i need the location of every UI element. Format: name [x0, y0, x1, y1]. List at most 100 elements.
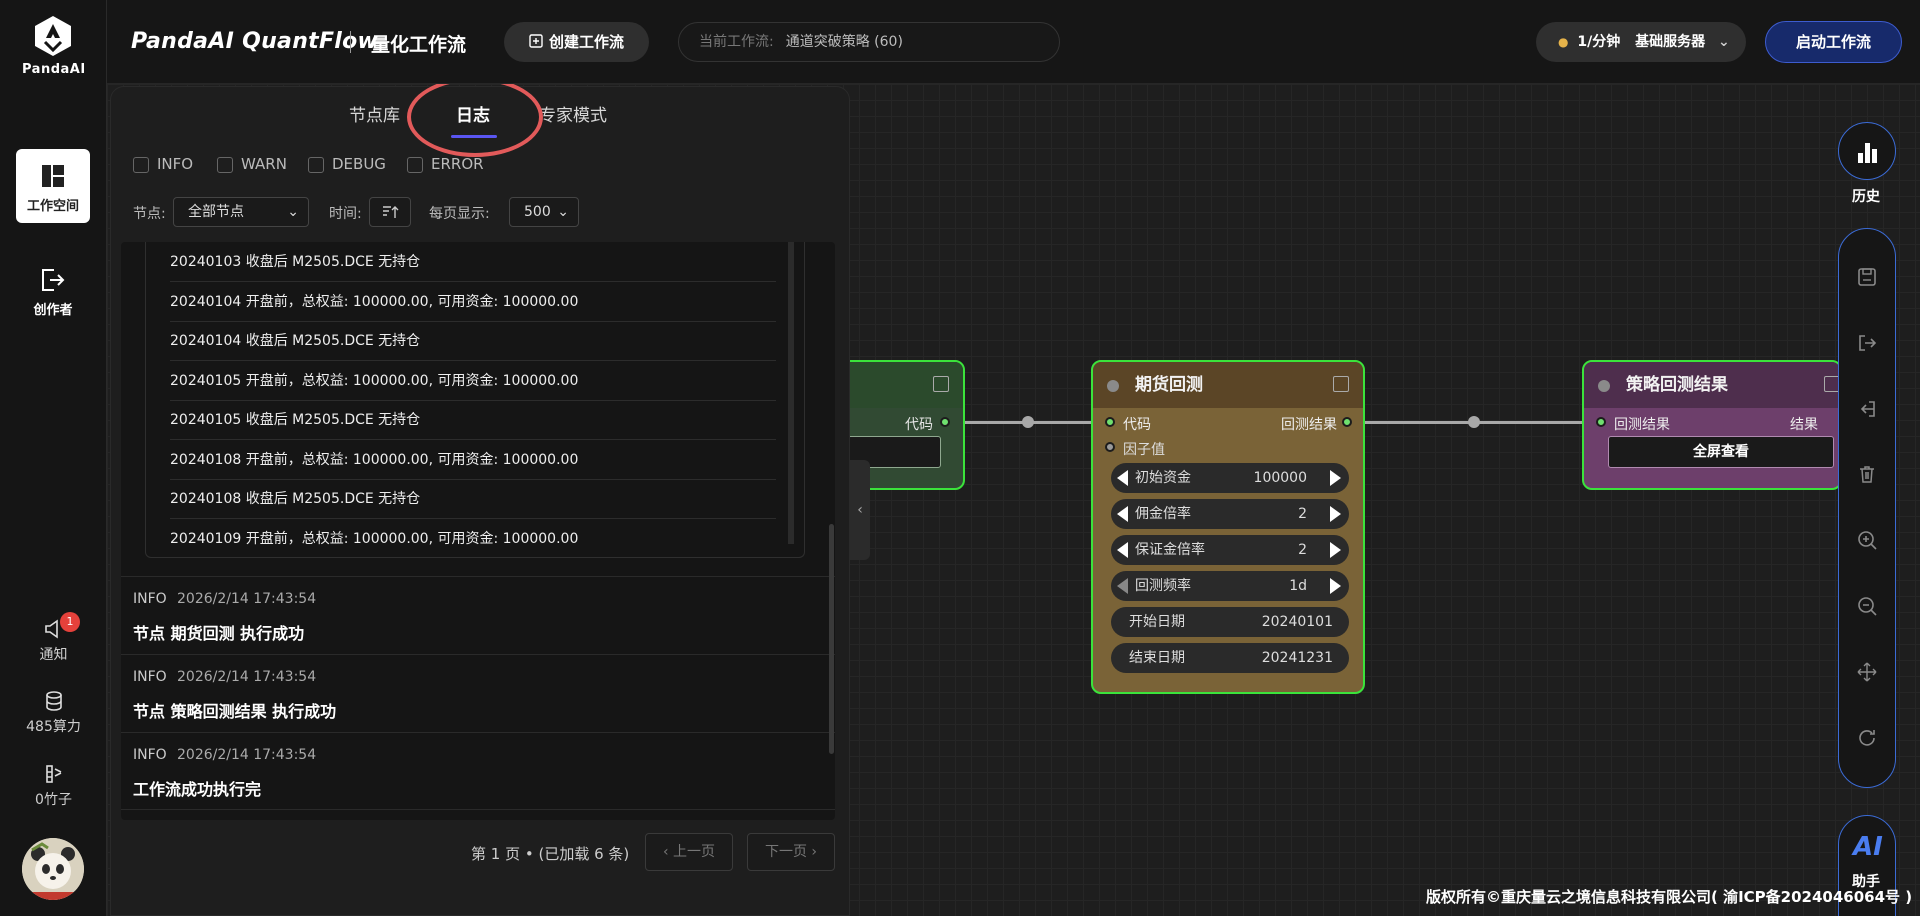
node-title: 期货回测 [1135, 375, 1203, 395]
checkbox[interactable] [133, 156, 149, 173]
sidebar-item-creator[interactable]: 创作者 [16, 253, 90, 327]
log-detail-line: 20240103 收盘后 M2505.DCE 无持仓 [170, 242, 776, 282]
detail-scrollbar[interactable] [788, 242, 794, 544]
input-port[interactable] [1596, 417, 1606, 427]
wire-midpoint[interactable] [1468, 416, 1480, 428]
log-detail-line: 20240104 收盘后 M2505.DCE 无持仓 [170, 321, 776, 361]
increase-arrow-icon[interactable] [1330, 506, 1341, 522]
output-port[interactable] [940, 417, 950, 427]
input-port[interactable] [1105, 442, 1115, 452]
log-list[interactable]: 20240103 收盘后 M2505.DCE 无持仓 20240104 开盘前，… [121, 242, 835, 820]
output-port-label: 回测结果 [1281, 417, 1337, 433]
create-workflow-button[interactable]: 创建工作流 [504, 22, 649, 62]
checkbox[interactable] [407, 156, 423, 173]
filter-info[interactable]: INFO [133, 155, 193, 173]
export-icon[interactable] [1856, 332, 1878, 354]
log-detail-line: 20240104 开盘前，总权益: 100000.00, 可用资金: 10000… [170, 282, 776, 322]
chevron-right-icon: › [806, 844, 818, 860]
decrease-arrow-icon[interactable] [1117, 578, 1128, 594]
history-label: 历史 [1852, 189, 1880, 205]
title-divider [350, 31, 351, 53]
output-port[interactable] [1342, 417, 1352, 427]
top-header: PandaAI QuantFlow 量化工作流 创建工作流 当前工作流: 通道突破… [107, 0, 1920, 84]
start-workflow-button[interactable]: 启动工作流 [1765, 21, 1902, 63]
filter-debug[interactable]: DEBUG [308, 155, 386, 173]
delete-icon[interactable] [1856, 463, 1878, 485]
checkbox[interactable] [308, 156, 324, 173]
tab-expert-mode[interactable]: 专家模式 [539, 101, 607, 126]
canvas-toolbar [1838, 228, 1896, 788]
zoom-in-icon[interactable] [1856, 529, 1878, 551]
node-select[interactable]: 全部节点 ⌄ [173, 197, 309, 227]
increase-arrow-icon[interactable] [1330, 578, 1341, 594]
time-label: 时间: [329, 206, 362, 222]
input-port-label: 回测结果 [1614, 417, 1670, 433]
time-sort-button[interactable] [369, 197, 411, 227]
decrease-arrow-icon[interactable] [1117, 470, 1128, 486]
brand-logo[interactable]: PandaAI [22, 14, 85, 77]
output-port-label: 结果 [1790, 417, 1818, 433]
collapse-panel-button[interactable]: ‹ [850, 460, 870, 560]
log-entry[interactable]: INFO 2026/2/14 17:43:54 节点 策略回测结果 执行成功 [121, 654, 835, 732]
refresh-icon[interactable] [1856, 727, 1878, 749]
param-end-date[interactable]: 结束日期 20241231 [1111, 643, 1349, 673]
chevron-left-icon: ‹ [662, 844, 674, 860]
filter-warn[interactable]: WARN [217, 155, 287, 173]
app-subtitle: 量化工作流 [371, 34, 467, 56]
decrease-arrow-icon[interactable] [1117, 542, 1128, 558]
log-detail-block: 20240103 收盘后 M2505.DCE 无持仓 20240104 开盘前，… [145, 242, 805, 558]
node-title: 策略回测结果 [1626, 375, 1728, 395]
zoom-out-icon[interactable] [1856, 595, 1878, 617]
param-initial-capital[interactable]: 初始资金 100000 [1111, 463, 1349, 493]
save-icon[interactable] [1856, 266, 1878, 288]
checkbox[interactable] [217, 156, 233, 173]
decrease-arrow-icon[interactable] [1117, 506, 1128, 522]
server-select[interactable]: ● 1/分钟 基础服务器 ⌄ [1536, 22, 1746, 62]
input-port[interactable] [1105, 417, 1115, 427]
page-size-select[interactable]: 500 ⌄ [509, 197, 579, 227]
param-margin-rate[interactable]: 保证金倍率 2 [1111, 535, 1349, 565]
bamboo-icon [45, 765, 61, 783]
sidebar-item-notify[interactable]: 1 通知 [0, 612, 107, 664]
port-label: 代码 [905, 417, 933, 433]
next-page-button[interactable]: 下一页 › [747, 833, 835, 871]
edit-icon[interactable] [1333, 376, 1349, 392]
increase-arrow-icon[interactable] [1330, 470, 1341, 486]
log-detail-line: 20240109 开盘前，总权益: 100000.00, 可用资金: 10000… [170, 531, 579, 547]
current-workflow-label: 当前工作流: [699, 34, 774, 50]
log-detail-line: 20240108 开盘前，总权益: 100000.00, 可用资金: 10000… [170, 440, 776, 480]
param-frequency[interactable]: 回测频率 1d [1111, 571, 1349, 601]
log-detail-line: 20240105 开盘前，总权益: 100000.00, 可用资金: 10000… [170, 361, 776, 401]
fullscreen-view-button[interactable]: 全屏查看 [1608, 436, 1834, 468]
prev-page-button[interactable]: ‹ 上一页 [645, 833, 733, 871]
node-strategy-result[interactable]: 策略回测结果 回测结果 结果 全屏查看 [1582, 360, 1842, 490]
app-title: PandaAI QuantFlow [131, 29, 379, 54]
history-button[interactable] [1838, 122, 1896, 180]
left-sidebar: PandaAI 工作空间 创作者 1 通知 485算力 0竹子 [0, 0, 107, 916]
log-entry[interactable]: INFO 2026/2/14 17:43:54 工作流成功执行完 [121, 732, 835, 810]
fit-view-icon[interactable] [1856, 661, 1878, 683]
user-avatar[interactable] [22, 838, 84, 900]
edit-icon[interactable] [933, 376, 949, 392]
status-dot [1598, 380, 1610, 392]
param-start-date[interactable]: 开始日期 20240101 [1111, 607, 1349, 637]
node-filter-label: 节点: [133, 206, 166, 222]
sidebar-item-bamboo[interactable]: 0竹子 [0, 763, 107, 809]
current-workflow: 当前工作流: 通道突破策略 (60) [678, 22, 1060, 62]
chevron-left-icon: ‹ [857, 502, 863, 518]
log-scrollbar[interactable] [829, 524, 834, 754]
import-icon[interactable] [1856, 398, 1878, 420]
param-commission-rate[interactable]: 佣金倍率 2 [1111, 499, 1349, 529]
sidebar-item-compute[interactable]: 485算力 [0, 690, 107, 736]
pagination: 第 1 页 • (已加载 6 条) ‹ 上一页 下一页 › [111, 833, 851, 873]
increase-arrow-icon[interactable] [1330, 542, 1341, 558]
page-info: 第 1 页 • (已加载 6 条) [471, 845, 630, 863]
tab-node-library[interactable]: 节点库 [349, 101, 400, 126]
node-futures-backtest[interactable]: 期货回测 代码 因子值 回测结果 初始资金 100000 佣金倍率 2 保证金倍率 2… [1091, 360, 1365, 694]
plus-square-icon [529, 34, 543, 48]
coin-icon: ● [1558, 35, 1569, 49]
log-entry[interactable]: INFO 2026/2/14 17:43:54 节点 期货回测 执行成功 [121, 576, 835, 654]
filter-error[interactable]: ERROR [407, 155, 484, 173]
wire-midpoint[interactable] [1022, 416, 1034, 428]
sidebar-item-workspace[interactable]: 工作空间 [16, 149, 90, 223]
